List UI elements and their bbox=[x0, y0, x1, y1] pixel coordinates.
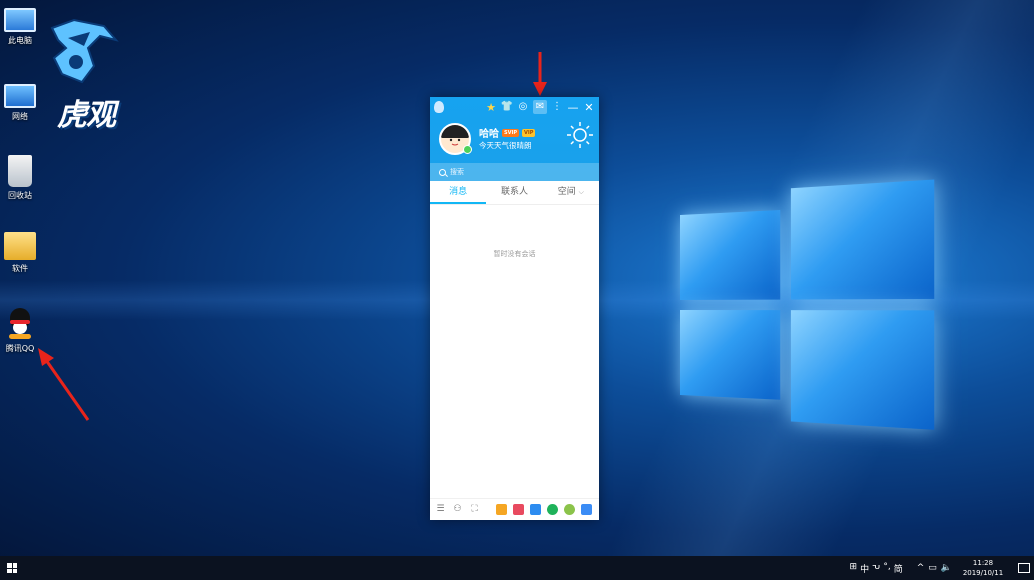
recycle-bin-icon bbox=[8, 155, 32, 187]
computer-icon bbox=[4, 8, 36, 32]
ime-simplified[interactable]: 简 bbox=[894, 562, 903, 575]
ime-mode[interactable]: 中 bbox=[860, 562, 869, 575]
nickname[interactable]: 哈哈 SVIP VIP bbox=[479, 125, 536, 140]
search-input[interactable]: 搜索 bbox=[430, 163, 599, 181]
online-status-icon[interactable] bbox=[463, 145, 472, 154]
file-transfer-icon[interactable]: ⛶ bbox=[469, 504, 480, 515]
desktop-icon-software[interactable]: 软件 bbox=[2, 232, 38, 274]
star-icon[interactable]: ★ bbox=[485, 101, 497, 113]
qq-bottom-toolbar: ☰ ⚇ ⛶ bbox=[430, 498, 599, 520]
qq-music-icon[interactable] bbox=[547, 504, 558, 515]
desktop-icon-label: 此电脑 bbox=[8, 36, 32, 45]
shirt-icon[interactable]: 👕 bbox=[501, 101, 513, 113]
desktop-icon-recycle-bin[interactable]: 回收站 bbox=[2, 155, 38, 201]
desktop-icon-label: 软件 bbox=[12, 264, 28, 273]
folder-icon bbox=[4, 232, 36, 260]
ime-toolbar[interactable]: ⊞ 中 ᕃ °, 简 bbox=[850, 562, 903, 575]
annotation-arrow-up-left-icon bbox=[38, 348, 90, 421]
qq-header: ★ 👕 ◎ ✉ ⋮ — ✕ 哈哈 SVIP VIP 今天天气很晴朗 搜索 bbox=[430, 97, 599, 181]
network-tray-icon[interactable]: ▭ bbox=[928, 563, 937, 573]
brand-watermark-logo: 虎观 bbox=[44, 18, 128, 134]
empty-conversation-text: 暂时没有会话 bbox=[493, 250, 536, 258]
desktop-icon-this-pc[interactable]: 此电脑 bbox=[2, 4, 38, 46]
taskbar-clock[interactable]: 11:28 2019/10/11 bbox=[960, 558, 1006, 578]
notification-center-icon[interactable] bbox=[1018, 563, 1030, 573]
qq-main-window: ★ 👕 ◎ ✉ ⋮ — ✕ 哈哈 SVIP VIP 今天天气很晴朗 搜索 消息 … bbox=[430, 97, 599, 520]
desktop-icon-label: 网络 bbox=[12, 112, 28, 121]
windows-start-icon bbox=[7, 563, 17, 573]
tab-messages[interactable]: 消息 bbox=[430, 181, 487, 204]
svip-badge[interactable]: SVIP bbox=[502, 128, 519, 137]
search-icon bbox=[439, 168, 446, 176]
nickname-text: 哈哈 bbox=[479, 129, 499, 140]
show-hidden-icons-icon[interactable]: ^ bbox=[917, 563, 925, 573]
brand-text: 虎观 bbox=[57, 98, 116, 133]
start-button[interactable] bbox=[0, 556, 24, 580]
app-manager-icon[interactable] bbox=[581, 504, 592, 515]
ime-moon-icon[interactable]: ᕃ bbox=[872, 562, 880, 575]
clock-time: 11:28 bbox=[972, 559, 994, 567]
volume-icon[interactable]: 🔈 bbox=[941, 563, 952, 573]
network-icon bbox=[4, 84, 36, 108]
clock-date: 2019/10/11 bbox=[962, 569, 1004, 577]
annotation-arrow-down-icon bbox=[533, 52, 547, 96]
tray-icons: ^ ▭ 🔈 bbox=[917, 563, 952, 573]
desktop-icon-label: 回收站 bbox=[8, 191, 32, 200]
qq-logo-icon bbox=[434, 101, 444, 113]
weiyun-icon[interactable] bbox=[530, 504, 541, 515]
lucky-bag-icon[interactable]: ✉ bbox=[533, 100, 547, 114]
system-tray: ⊞ 中 ᕃ °, 简 ^ ▭ 🔈 11:28 2019/10/11 bbox=[850, 556, 1034, 580]
more-icon[interactable]: ⋮ bbox=[551, 101, 563, 113]
add-friend-icon[interactable]: ⚇ bbox=[452, 504, 463, 515]
qq-penguin-icon bbox=[4, 308, 36, 340]
ime-grid-icon[interactable]: ⊞ bbox=[850, 562, 858, 575]
desktop-icon-qq[interactable]: 腾讯QQ bbox=[2, 308, 38, 354]
signature[interactable]: 今天天气很晴朗 bbox=[479, 140, 532, 151]
ime-punctuation[interactable]: °, bbox=[883, 562, 890, 575]
medal-icon[interactable]: ◎ bbox=[517, 101, 529, 113]
tencent-games-icon[interactable] bbox=[564, 504, 575, 515]
minimize-icon[interactable]: — bbox=[567, 101, 579, 113]
tencent-video-icon[interactable] bbox=[513, 504, 524, 515]
game-center-icon[interactable] bbox=[496, 504, 507, 515]
tab-contacts[interactable]: 联系人 bbox=[486, 181, 542, 204]
qq-title-bar[interactable]: ★ 👕 ◎ ✉ ⋮ — ✕ bbox=[430, 97, 599, 117]
desktop-icon-label: 腾讯QQ bbox=[5, 344, 35, 353]
chevron-down-icon: ⌵ bbox=[578, 188, 584, 196]
search-placeholder: 搜索 bbox=[450, 168, 464, 176]
taskbar: ⊞ 中 ᕃ °, 简 ^ ▭ 🔈 11:28 2019/10/11 bbox=[0, 556, 1034, 580]
desktop-icon-network[interactable]: 网络 bbox=[2, 80, 38, 122]
main-menu-icon[interactable]: ☰ bbox=[435, 504, 446, 515]
tab-qzone[interactable]: 空间 ⌵ bbox=[543, 181, 599, 204]
qq-tab-bar: 消息 联系人 空间 ⌵ bbox=[430, 181, 599, 205]
close-icon[interactable]: ✕ bbox=[583, 101, 595, 113]
windows-wallpaper-logo bbox=[680, 173, 940, 441]
brand-emblem-icon bbox=[50, 18, 119, 84]
vip-badge[interactable]: VIP bbox=[522, 128, 536, 137]
sun-weather-icon[interactable] bbox=[566, 121, 594, 149]
conversation-list: 暂时没有会话 bbox=[430, 205, 599, 495]
